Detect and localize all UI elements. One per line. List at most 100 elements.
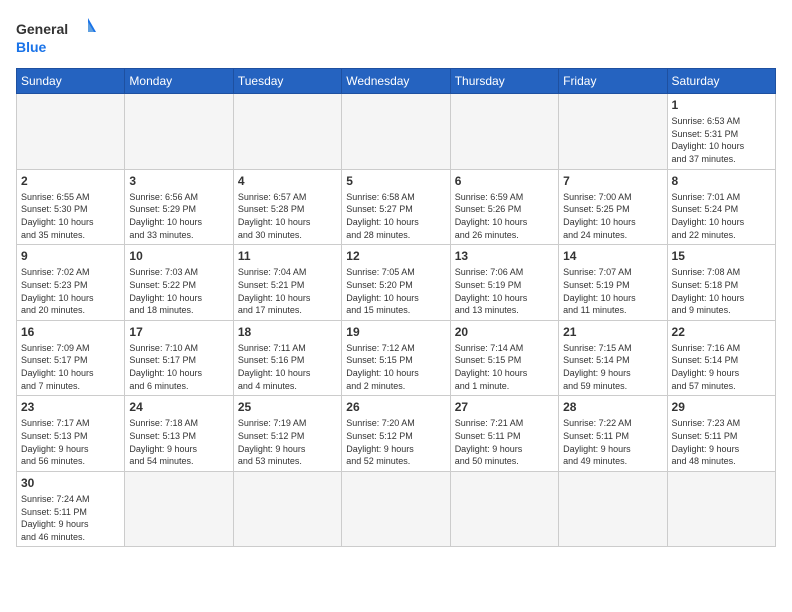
day-number: 18 — [238, 324, 337, 340]
calendar-cell — [125, 471, 233, 547]
day-number: 30 — [21, 475, 120, 491]
calendar-cell: 17Sunrise: 7:10 AM Sunset: 5:17 PM Dayli… — [125, 320, 233, 396]
calendar-cell: 22Sunrise: 7:16 AM Sunset: 5:14 PM Dayli… — [667, 320, 775, 396]
weekday-row: SundayMondayTuesdayWednesdayThursdayFrid… — [17, 69, 776, 94]
day-info: Sunrise: 7:20 AM Sunset: 5:12 PM Dayligh… — [346, 417, 445, 467]
day-info: Sunrise: 7:21 AM Sunset: 5:11 PM Dayligh… — [455, 417, 554, 467]
day-info: Sunrise: 7:04 AM Sunset: 5:21 PM Dayligh… — [238, 266, 337, 316]
day-number: 22 — [672, 324, 771, 340]
calendar-cell: 8 Sunrise: 7:01 AM Sunset: 5:24 PM Daylig… — [667, 169, 775, 245]
day-info: Sunrise: 7:08 AM Sunset: 5:18 PM Dayligh… — [672, 266, 771, 316]
calendar-cell — [450, 94, 558, 170]
logo: General Blue — [16, 16, 96, 60]
day-number: 23 — [21, 399, 120, 415]
calendar-cell: 23 Sunrise: 7:17 AM Sunset: 5:13 PM Dayli… — [17, 396, 125, 472]
calendar-cell: 5Sunrise: 6:58 AM Sunset: 5:27 PM Daylig… — [342, 169, 450, 245]
day-number: 10 — [129, 248, 228, 264]
weekday-friday: Friday — [559, 69, 667, 94]
day-info: Sunrise: 6:55 AM Sunset: 5:30 PM Dayligh… — [21, 191, 120, 241]
day-info: Sunrise: 7:17 AM Sunset: 5:13 PM Dayligh… — [21, 417, 120, 467]
calendar-cell — [559, 471, 667, 547]
day-info: Sunrise: 7:22 AM Sunset: 5:11 PM Dayligh… — [563, 417, 662, 467]
calendar-cell: 11 Sunrise: 7:04 AM Sunset: 5:21 PM Dayli… — [233, 245, 341, 321]
day-info: Sunrise: 7:03 AM Sunset: 5:22 PM Dayligh… — [129, 266, 228, 316]
calendar-cell: 25 Sunrise: 7:19 AM Sunset: 5:12 PM Dayli… — [233, 396, 341, 472]
calendar-cell — [559, 94, 667, 170]
day-info: Sunrise: 7:15 AM Sunset: 5:14 PM Dayligh… — [563, 342, 662, 392]
week-row-0: 1 Sunrise: 6:53 AM Sunset: 5:31 PM Daylig… — [17, 94, 776, 170]
calendar-cell: 21 Sunrise: 7:15 AM Sunset: 5:14 PM Dayli… — [559, 320, 667, 396]
calendar-cell: 28Sunrise: 7:22 AM Sunset: 5:11 PM Dayli… — [559, 396, 667, 472]
day-number: 13 — [455, 248, 554, 264]
calendar: SundayMondayTuesdayWednesdayThursdayFrid… — [16, 68, 776, 547]
day-number: 7 — [563, 173, 662, 189]
weekday-tuesday: Tuesday — [233, 69, 341, 94]
calendar-cell — [17, 94, 125, 170]
day-info: Sunrise: 7:12 AM Sunset: 5:15 PM Dayligh… — [346, 342, 445, 392]
day-info: Sunrise: 7:09 AM Sunset: 5:17 PM Dayligh… — [21, 342, 120, 392]
day-info: Sunrise: 7:11 AM Sunset: 5:16 PM Dayligh… — [238, 342, 337, 392]
calendar-cell — [125, 94, 233, 170]
calendar-header: SundayMondayTuesdayWednesdayThursdayFrid… — [17, 69, 776, 94]
calendar-cell: 14 Sunrise: 7:07 AM Sunset: 5:19 PM Dayli… — [559, 245, 667, 321]
calendar-cell: 2 Sunrise: 6:55 AM Sunset: 5:30 PM Daylig… — [17, 169, 125, 245]
day-number: 8 — [672, 173, 771, 189]
day-info: Sunrise: 7:18 AM Sunset: 5:13 PM Dayligh… — [129, 417, 228, 467]
day-number: 25 — [238, 399, 337, 415]
page: General Blue SundayMondayTuesdayWednesda… — [0, 0, 792, 612]
day-info: Sunrise: 7:24 AM Sunset: 5:11 PM Dayligh… — [21, 493, 120, 543]
day-number: 2 — [21, 173, 120, 189]
day-number: 17 — [129, 324, 228, 340]
day-number: 11 — [238, 248, 337, 264]
day-info: Sunrise: 7:05 AM Sunset: 5:20 PM Dayligh… — [346, 266, 445, 316]
calendar-cell — [450, 471, 558, 547]
week-row-5: 30 Sunrise: 7:24 AM Sunset: 5:11 PM Dayli… — [17, 471, 776, 547]
day-number: 4 — [238, 173, 337, 189]
header: General Blue — [16, 16, 776, 60]
calendar-cell: 24 Sunrise: 7:18 AM Sunset: 5:13 PM Dayli… — [125, 396, 233, 472]
day-info: Sunrise: 7:19 AM Sunset: 5:12 PM Dayligh… — [238, 417, 337, 467]
week-row-2: 9Sunrise: 7:02 AM Sunset: 5:23 PM Daylig… — [17, 245, 776, 321]
day-info: Sunrise: 7:06 AM Sunset: 5:19 PM Dayligh… — [455, 266, 554, 316]
calendar-cell: 10 Sunrise: 7:03 AM Sunset: 5:22 PM Dayli… — [125, 245, 233, 321]
calendar-cell: 9Sunrise: 7:02 AM Sunset: 5:23 PM Daylig… — [17, 245, 125, 321]
calendar-cell: 18 Sunrise: 7:11 AM Sunset: 5:16 PM Dayli… — [233, 320, 341, 396]
calendar-body: 1 Sunrise: 6:53 AM Sunset: 5:31 PM Daylig… — [17, 94, 776, 547]
day-info: Sunrise: 6:53 AM Sunset: 5:31 PM Dayligh… — [672, 115, 771, 165]
day-number: 1 — [672, 97, 771, 113]
calendar-cell — [667, 471, 775, 547]
weekday-wednesday: Wednesday — [342, 69, 450, 94]
day-info: Sunrise: 6:56 AM Sunset: 5:29 PM Dayligh… — [129, 191, 228, 241]
day-info: Sunrise: 7:00 AM Sunset: 5:25 PM Dayligh… — [563, 191, 662, 241]
day-info: Sunrise: 6:58 AM Sunset: 5:27 PM Dayligh… — [346, 191, 445, 241]
calendar-cell — [342, 471, 450, 547]
day-number: 27 — [455, 399, 554, 415]
day-info: Sunrise: 7:14 AM Sunset: 5:15 PM Dayligh… — [455, 342, 554, 392]
day-info: Sunrise: 7:07 AM Sunset: 5:19 PM Dayligh… — [563, 266, 662, 316]
day-info: Sunrise: 7:23 AM Sunset: 5:11 PM Dayligh… — [672, 417, 771, 467]
calendar-cell: 12 Sunrise: 7:05 AM Sunset: 5:20 PM Dayli… — [342, 245, 450, 321]
day-info: Sunrise: 7:01 AM Sunset: 5:24 PM Dayligh… — [672, 191, 771, 241]
calendar-cell: 1 Sunrise: 6:53 AM Sunset: 5:31 PM Daylig… — [667, 94, 775, 170]
day-number: 19 — [346, 324, 445, 340]
weekday-saturday: Saturday — [667, 69, 775, 94]
calendar-cell: 13 Sunrise: 7:06 AM Sunset: 5:19 PM Dayli… — [450, 245, 558, 321]
day-number: 14 — [563, 248, 662, 264]
day-number: 21 — [563, 324, 662, 340]
day-info: Sunrise: 7:02 AM Sunset: 5:23 PM Dayligh… — [21, 266, 120, 316]
day-number: 20 — [455, 324, 554, 340]
day-number: 15 — [672, 248, 771, 264]
day-number: 12 — [346, 248, 445, 264]
day-number: 24 — [129, 399, 228, 415]
weekday-sunday: Sunday — [17, 69, 125, 94]
svg-text:Blue: Blue — [16, 39, 47, 55]
calendar-cell: 6Sunrise: 6:59 AM Sunset: 5:26 PM Daylig… — [450, 169, 558, 245]
week-row-3: 16 Sunrise: 7:09 AM Sunset: 5:17 PM Dayli… — [17, 320, 776, 396]
day-number: 16 — [21, 324, 120, 340]
day-info: Sunrise: 6:59 AM Sunset: 5:26 PM Dayligh… — [455, 191, 554, 241]
day-number: 29 — [672, 399, 771, 415]
week-row-4: 23 Sunrise: 7:17 AM Sunset: 5:13 PM Dayli… — [17, 396, 776, 472]
day-number: 3 — [129, 173, 228, 189]
calendar-cell: 27 Sunrise: 7:21 AM Sunset: 5:11 PM Dayli… — [450, 396, 558, 472]
calendar-cell — [342, 94, 450, 170]
